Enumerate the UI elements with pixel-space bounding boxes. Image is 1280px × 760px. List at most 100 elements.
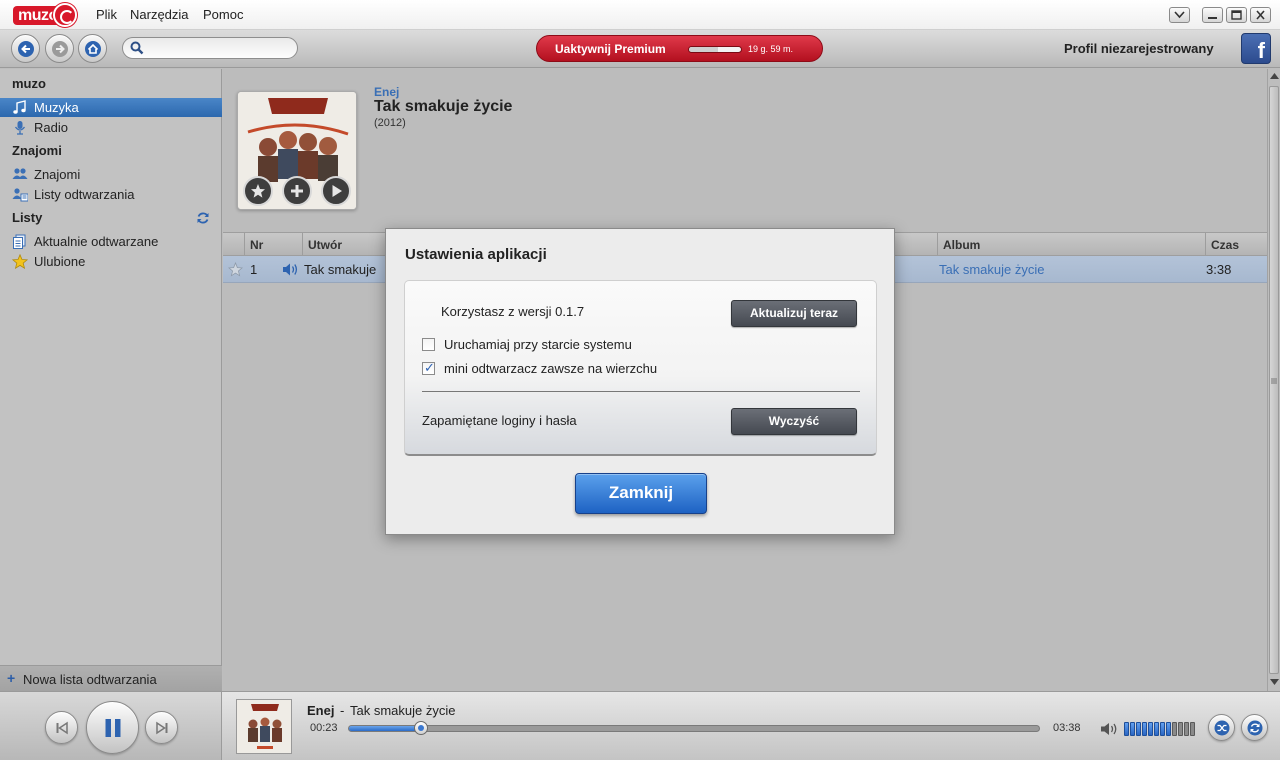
close-window-icon[interactable] [1250,7,1271,23]
sidebar-item-label: Muzyka [34,100,79,115]
volume-bar-segment[interactable] [1136,722,1141,736]
music-note-icon [13,100,26,114]
home-button[interactable] [78,34,107,63]
now-playing-cover[interactable] [236,699,292,754]
column-czas[interactable]: Czas [1211,238,1239,252]
refresh-icon[interactable] [196,211,210,225]
mini-on-top-checkbox[interactable] [422,360,435,376]
version-text: Korzystasz z wersji 0.1.7 [441,304,585,319]
column-divider [302,233,303,255]
column-album[interactable]: Album [943,238,980,252]
menu-bar: muzo Plik Narzędzia Pomoc [0,0,1280,30]
premium-time-left: 19 g. 59 m. [748,44,794,54]
sidebar-item-ulubione[interactable]: Ulubione [0,252,222,271]
sidebar: muzo Muzyka Radio Znajomi Znajomi Listy … [0,69,222,691]
previous-button[interactable] [45,711,78,744]
favorite-star-button[interactable] [243,176,273,206]
volume-bar-segment[interactable] [1154,722,1159,736]
menu-plik[interactable]: Plik [96,7,117,22]
mini-on-top-label[interactable]: mini odtwarzacz zawsze na wierzchu [444,361,657,376]
search-box[interactable] [122,37,298,59]
menu-pomoc[interactable]: Pomoc [203,7,243,22]
repeat-icon [1247,720,1262,735]
album-year: (2012) [374,117,406,129]
clear-logins-button[interactable]: Wyczyść [731,408,857,435]
muzo-logo: muzo [13,3,77,27]
update-now-button[interactable]: Aktualizuj teraz [731,300,857,327]
sidebar-item-aktualnie-odtwarzane[interactable]: Aktualnie odtwarzane [0,232,222,251]
back-button[interactable] [11,34,40,63]
shared-playlists-icon [12,188,28,202]
facebook-icon[interactable]: f [1241,33,1271,64]
sidebar-item-listy-odtwarzania[interactable]: Listy odtwarzania [0,185,222,204]
new-playlist-label: Nowa lista odtwarzania [23,672,157,687]
arrow-right-icon [51,40,68,57]
shuffle-button[interactable] [1208,714,1235,741]
now-playing-separator: - [340,703,345,718]
plus-icon: + [7,670,16,686]
dialog-title: Ustawienia aplikacji [405,246,547,263]
star-outline-icon[interactable] [228,262,243,277]
play-icon [332,185,342,197]
previous-icon [56,721,68,734]
menu-narzedzia[interactable]: Narzędzia [130,7,189,22]
seek-handle[interactable] [414,721,429,735]
sidebar-item-label: Aktualnie odtwarzane [34,234,159,249]
sidebar-item-radio[interactable]: Radio [0,118,222,137]
friends-icon [12,168,28,179]
close-dialog-button[interactable]: Zamknij [575,473,707,514]
new-playlist-button[interactable]: + Nowa lista odtwarzania [0,665,222,691]
forward-button[interactable] [45,34,74,63]
startup-checkbox[interactable] [422,338,435,351]
search-input[interactable] [149,40,289,56]
volume-bar-segment[interactable] [1130,722,1135,736]
divider [422,391,860,392]
time-total: 03:38 [1053,722,1081,734]
volume-bar-segment[interactable] [1142,722,1147,736]
star-icon [12,254,28,269]
minimize-icon[interactable] [1202,7,1223,23]
scrollbar[interactable] [1267,69,1280,691]
volume-bar-segment[interactable] [1166,722,1171,736]
speaker-playing-icon [283,263,298,276]
volume-bar-segment[interactable] [1160,722,1165,736]
scroll-down-icon[interactable] [1270,679,1279,685]
volume-bar-segment[interactable] [1184,722,1189,736]
volume-bar-segment[interactable] [1148,722,1153,736]
microphone-icon [14,121,26,135]
premium-trial-bar [688,46,742,53]
transport-controls [0,692,222,760]
seek-bar[interactable] [348,721,1040,735]
add-to-playlist-button[interactable] [282,176,312,206]
mini-player-toggle-icon[interactable] [1169,7,1190,23]
volume-level[interactable] [1124,722,1196,736]
startup-label[interactable]: Uruchamiaj przy starcie systemu [444,337,632,352]
plus-icon [291,185,303,197]
scroll-thumb[interactable] [1269,86,1279,674]
volume-bar-segment[interactable] [1178,722,1183,736]
seek-bar-fill [349,726,422,731]
maximize-icon[interactable] [1226,7,1247,23]
toolbar: Uaktywnij Premium 19 g. 59 m. Profil nie… [0,30,1280,68]
now-playing-cover-image [237,700,291,753]
player-bar: Enej - Tak smakuje życie 00:23 03:38 [0,691,1280,760]
sidebar-item-muzyka[interactable]: Muzyka [0,98,222,117]
profile-link[interactable]: Profil niezarejestrowany [1064,41,1214,56]
repeat-button[interactable] [1241,714,1268,741]
time-elapsed: 00:23 [310,722,338,734]
volume-icon[interactable] [1100,721,1120,737]
pause-button[interactable] [86,701,139,754]
sidebar-item-znajomi[interactable]: Znajomi [0,165,222,184]
row-album-link[interactable]: Tak smakuje życie [939,262,1044,277]
scroll-up-icon[interactable] [1270,73,1279,79]
column-nr[interactable]: Nr [250,238,263,252]
volume-bar-segment[interactable] [1190,722,1195,736]
column-utwor[interactable]: Utwór [308,238,342,252]
artist-link[interactable]: Enej [374,85,399,99]
play-album-button[interactable] [321,176,351,206]
volume-bar-segment[interactable] [1124,722,1129,736]
now-playing-artist[interactable]: Enej [307,703,334,718]
volume-bar-segment[interactable] [1172,722,1177,736]
premium-button[interactable]: Uaktywnij Premium 19 g. 59 m. [536,35,823,62]
next-button[interactable] [145,711,178,744]
